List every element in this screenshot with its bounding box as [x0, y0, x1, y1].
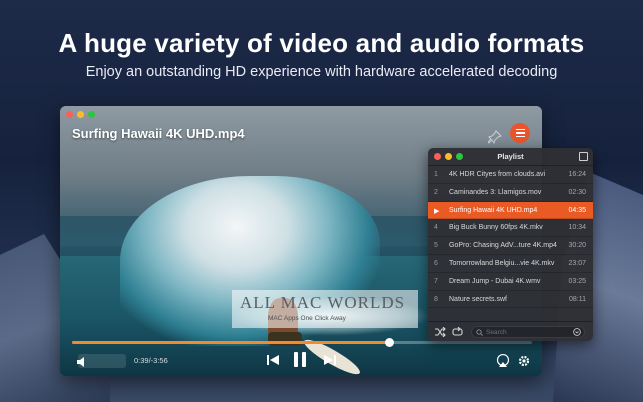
playlist-item[interactable]: 5 GoPro: Chasing AdV...ture 4K.mp4 30:20	[428, 237, 593, 255]
playlist-item-duration: 23:07	[568, 259, 586, 267]
playlist-search-field[interactable]: Search	[471, 326, 585, 338]
playback-controls: 0:39/-3:56	[60, 348, 542, 376]
airplay-icon[interactable]	[496, 354, 510, 368]
playlist-item-number: 5	[434, 242, 438, 250]
headline: A huge variety of video and audio format…	[58, 28, 585, 58]
minimize-window-button[interactable]	[77, 111, 84, 118]
close-window-button[interactable]	[66, 111, 73, 118]
play-icon: ▶	[434, 207, 440, 215]
gear-icon[interactable]	[517, 354, 531, 368]
playlist-item-number: 1	[434, 171, 438, 178]
playlist-list: 1 4K HDR Cityes from clouds.avi 16:24 2 …	[428, 166, 593, 309]
watermark: ALL MAC WORLDS MAC Apps One Click Away	[232, 290, 418, 328]
playlist-item-name: 4K HDR Cityes from clouds.avi	[449, 171, 546, 178]
playlist-item-name: Nature secrets.swf	[449, 295, 507, 303]
repeat-icon[interactable]	[452, 327, 463, 337]
pin-icon[interactable]	[488, 130, 502, 144]
playlist-item-duration: 03:25	[568, 277, 586, 285]
time-display: 0:39/-3:56	[134, 356, 168, 365]
playlist-item-duration: 04:35	[568, 206, 586, 214]
playlist-item-name: Surfing Hawaii 4K UHD.mp4	[449, 206, 538, 214]
pause-icon[interactable]	[293, 351, 307, 368]
watermark-subtitle: MAC Apps One Click Away	[268, 315, 346, 322]
playlist-item-active[interactable]: ▶ Surfing Hawaii 4K UHD.mp4 04:35	[428, 201, 593, 220]
playlist-header: Playlist	[428, 148, 593, 166]
playlist-item-name: GoPro: Chasing AdV...ture 4K.mp4	[449, 242, 557, 250]
playlist-item[interactable]: 6 Tomorrowland Belgiu...vie 4K.mkv 23:07	[428, 255, 593, 273]
playlist-item-name: Dream Jump - Dubai 4K.wmv	[449, 277, 541, 285]
seek-bar-progress	[72, 341, 390, 344]
search-placeholder: Search	[486, 329, 507, 336]
add-circle-icon[interactable]	[573, 328, 581, 336]
playlist-item-duration: 30:20	[568, 242, 586, 250]
subheadline: Enjoy an outstanding HD experience with …	[85, 64, 558, 80]
playlist-item[interactable]: 1 4K HDR Cityes from clouds.avi 16:24	[428, 166, 593, 184]
search-icon	[476, 329, 483, 336]
playlist-item-duration: 10:34	[568, 224, 586, 232]
playlist-item[interactable]: 8 Nature secrets.swf 08:11	[428, 291, 593, 309]
playlist-footer: Search	[428, 321, 593, 341]
playlist-item-number: 2	[434, 188, 438, 196]
playlist-title: Playlist	[497, 152, 524, 161]
video-title: Surfing Hawaii 4K UHD.mp4	[72, 126, 245, 141]
playlist-item-duration: 08:11	[569, 295, 586, 303]
playlist-item-number: 7	[434, 277, 438, 285]
watermark-title: ALL MAC WORLDS	[240, 293, 406, 312]
playlist-item-duration: 16:24	[568, 171, 586, 178]
playlist-item-name: Caminandes 3: Llamigos.mov	[449, 188, 542, 196]
playlist-item-name: Tomorrowland Belgiu...vie 4K.mkv	[449, 259, 555, 267]
playlist-item-number: 6	[434, 259, 438, 267]
window-controls	[66, 111, 95, 118]
playlist-item-name: Big Buck Bunny 60fps 4K.mkv	[449, 224, 543, 232]
volume-icon[interactable]	[76, 356, 90, 368]
playlist-item-number: 8	[434, 295, 438, 303]
playlist-item-number: 4	[434, 224, 438, 232]
expand-icon[interactable]	[579, 152, 588, 161]
playlist-item-duration: 02:30	[568, 188, 586, 196]
seek-bar[interactable]	[72, 338, 532, 347]
shuffle-icon[interactable]	[435, 327, 446, 337]
playlist-menu-button[interactable]	[510, 123, 530, 143]
skip-next-icon[interactable]	[323, 354, 337, 366]
playlist-item[interactable]: 2 Caminandes 3: Llamigos.mov 02:30	[428, 184, 593, 202]
playlist-item[interactable]: 7 Dream Jump - Dubai 4K.wmv 03:25	[428, 273, 593, 291]
skip-previous-icon[interactable]	[266, 354, 280, 366]
playlist-item[interactable]: 4 Big Buck Bunny 60fps 4K.mkv 10:34	[428, 219, 593, 238]
hamburger-menu-icon	[515, 128, 525, 131]
zoom-window-button[interactable]	[88, 111, 95, 118]
playlist-panel: Playlist 1 4K HDR Cityes from clouds.avi…	[428, 148, 593, 341]
